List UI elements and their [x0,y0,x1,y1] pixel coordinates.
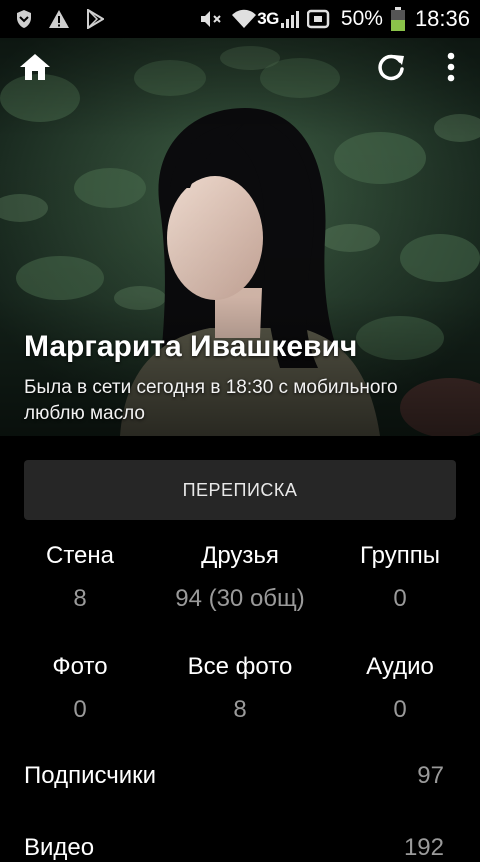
stat-label: Фото [52,653,108,680]
refresh-icon [378,54,404,81]
stat-value: 94 (30 общ) [175,585,305,612]
stat-value: 0 [73,696,87,723]
list-item-label: Видео [24,834,95,861]
stat-value: 8 [233,696,247,723]
status-bar: 3G 50% 18:36 [0,0,480,38]
status-message: люблю масло [24,403,145,424]
stat-label: Группы [360,542,440,569]
signal-icon [280,9,299,29]
stat-value: 0 [393,696,407,723]
refresh-button[interactable] [374,50,408,84]
stat-groups[interactable]: Группы 0 [320,541,480,613]
stats-row-1: Стена 8 Друзья 94 (30 общ) Группы 0 [0,541,480,613]
list-item-value: 97 [417,762,444,789]
stat-all-photos[interactable]: Все фото 8 [160,652,320,724]
home-icon [20,54,50,80]
stat-photos[interactable]: Фото 0 [0,652,160,724]
stat-friends[interactable]: Друзья 94 (30 общ) [160,541,320,613]
last-seen-text: Была в сети сегодня в 18:30 с мобильного [24,377,398,398]
stat-wall[interactable]: Стена 8 [0,541,160,613]
profile-status: Была в сети сегодня в 18:30 с мобильного… [24,375,464,427]
stat-label: Друзья [201,542,279,569]
more-vert-icon [447,52,455,82]
messages-button[interactable]: ПЕРЕПИСКА [24,460,456,520]
play-store-icon [86,9,104,29]
list-item-value: 192 [403,834,444,861]
more-options-button[interactable] [434,50,468,84]
battery-icon [390,7,405,31]
wifi-icon [231,9,257,29]
stat-value: 8 [73,585,87,612]
notification-icon [306,8,331,30]
battery-percent: 50% [340,7,383,30]
shield-icon [16,9,32,29]
network-type: 3G [257,9,279,28]
list-item-followers[interactable]: Подписчики 97 [24,762,444,790]
clock: 18:36 [414,6,470,31]
home-button[interactable] [18,50,52,84]
warning-icon [48,9,70,29]
profile-name: Маргарита Ивашкевич [24,330,358,363]
stats-row-2: Фото 0 Все фото 8 Аудио 0 [0,652,480,724]
list-item-label: Подписчики [24,762,157,789]
stat-label: Стена [45,542,114,569]
mute-icon [199,9,223,29]
stat-label: Все фото [187,653,293,680]
stat-value: 0 [393,585,407,612]
profile-header: Маргарита Ивашкевич Была в сети сегодня … [0,38,480,436]
stat-label: Аудио [366,653,434,680]
list-item-videos[interactable]: Видео 192 [24,834,444,862]
stat-audio[interactable]: Аудио 0 [320,652,480,724]
